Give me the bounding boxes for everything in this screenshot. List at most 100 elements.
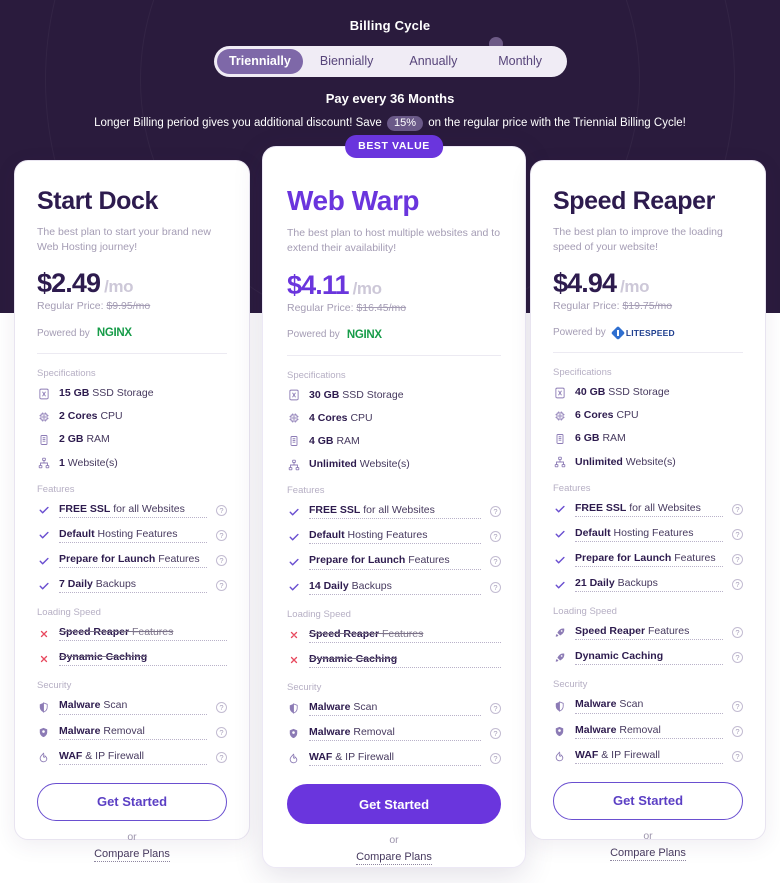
pricing-card-web-warp: BEST VALUE Web Warp The best plan to host … (262, 135, 526, 868)
compare-plans-link[interactable]: Compare Plans (553, 846, 743, 861)
group-label-spec: Specifications (553, 367, 612, 379)
security-row: Malware Scan? (287, 701, 501, 716)
help-icon[interactable]: ? (490, 556, 501, 568)
feature-label-strong: 7 Daily (59, 578, 93, 591)
help-icon[interactable]: ? (732, 652, 743, 664)
security-label[interactable]: Malware Removal (59, 725, 207, 740)
feature-row: Prepare for Launch Features? (553, 552, 743, 568)
security-row: Malware Removal? (37, 725, 227, 740)
feature-row: Default Hosting Features? (37, 528, 227, 543)
security-list: Malware Scan? Malware Removal? WAF & IP Fi… (553, 698, 743, 764)
security-label-rest: Removal (619, 723, 661, 736)
help-icon[interactable]: ? (216, 504, 227, 516)
feature-label[interactable]: FREE SSL for all Websites (59, 503, 207, 518)
billing-cycle-toggle[interactable]: Triennially Biennially Annually Monthly (213, 46, 567, 77)
help-icon[interactable]: ? (732, 750, 743, 762)
shield-half-icon (37, 701, 50, 713)
cpu-icon (287, 412, 300, 424)
feature-label[interactable]: Default Hosting Features (575, 527, 723, 542)
divider (553, 352, 743, 354)
speed-label[interactable]: Dynamic Caching (309, 653, 501, 668)
cycle-option-annually[interactable]: Annually (390, 49, 477, 74)
help-icon[interactable]: ? (732, 503, 743, 515)
cycle-option-biennially[interactable]: Biennially (303, 49, 390, 74)
cycle-option-monthly[interactable]: Monthly (477, 49, 564, 74)
speed-label[interactable]: Speed Reaper Features (59, 626, 227, 642)
feature-label[interactable]: Prepare for Launch Features (575, 552, 723, 568)
compare-plans-link[interactable]: Compare Plans (287, 851, 501, 866)
security-label-strong: Malware (59, 699, 101, 712)
security-label[interactable]: Malware Scan (59, 699, 207, 715)
feature-label[interactable]: 7 Daily Backups (59, 578, 207, 594)
security-label-rest: Removal (103, 724, 145, 737)
help-icon[interactable]: ? (216, 726, 227, 738)
help-icon[interactable]: ? (216, 701, 227, 713)
spec-label-strong: 6 Cores (575, 409, 614, 422)
help-icon[interactable]: ? (216, 751, 227, 763)
help-icon[interactable]: ? (490, 581, 501, 593)
help-icon[interactable]: ? (216, 529, 227, 541)
security-label[interactable]: Malware Scan (309, 701, 481, 716)
speed-list: Speed Reaper Features Dynamic Caching (37, 626, 227, 667)
help-icon[interactable]: ? (732, 700, 743, 712)
shield-check-icon (553, 726, 566, 737)
spec-list: 30 GB SSD Storage 4 Cores CPU 4 GB RAM Unli… (287, 389, 501, 472)
speed-list: Speed Reaper Features Dynamic Caching (287, 628, 501, 668)
feature-label[interactable]: Prepare for Launch Features (309, 554, 481, 570)
security-label[interactable]: WAF & IP Firewall (59, 750, 207, 765)
help-icon[interactable]: ? (732, 725, 743, 737)
security-label[interactable]: Malware Removal (575, 724, 723, 739)
help-icon[interactable]: ? (732, 627, 743, 639)
compare-plans-label: Compare Plans (610, 846, 686, 861)
speed-label[interactable]: Dynamic Caching (59, 651, 227, 667)
feature-label[interactable]: 14 Daily Backups (309, 580, 481, 595)
speed-label[interactable]: Speed Reaper Features (575, 625, 723, 641)
spec-row: 30 GB SSD Storage (287, 389, 501, 402)
help-icon[interactable]: ? (732, 554, 743, 565)
check-icon (553, 503, 566, 515)
help-icon[interactable]: ? (490, 506, 501, 518)
shield-half-icon (287, 703, 300, 714)
plan-price: $4.94 (553, 268, 617, 299)
help-icon[interactable]: ? (732, 528, 743, 540)
feature-label[interactable]: FREE SSL for all Websites (575, 502, 723, 517)
cycle-option-triennially[interactable]: Triennially (216, 49, 304, 74)
check-icon (553, 528, 566, 540)
shield-check-icon (287, 728, 300, 739)
security-label[interactable]: Malware Removal (309, 726, 481, 742)
feature-label[interactable]: 21 Daily Backups (575, 577, 723, 593)
help-icon[interactable]: ? (490, 702, 501, 714)
security-list: Malware Scan? Malware Removal? WAF & IP Fi… (37, 699, 227, 765)
security-row: WAF & IP Firewall? (553, 749, 743, 764)
regular-price: Regular Price: $9.95/mo (37, 300, 227, 312)
speed-label[interactable]: Speed Reaper Features (309, 628, 501, 643)
security-label[interactable]: WAF & IP Firewall (575, 749, 723, 764)
plan-name: Speed Reaper (553, 187, 715, 215)
feature-label[interactable]: Default Hosting Features (309, 529, 481, 545)
sitemap-icon (37, 457, 50, 469)
spec-label: 40 GB SSD Storage (575, 386, 743, 399)
rocket-icon (553, 652, 566, 664)
check-icon (287, 556, 300, 568)
compare-plans-link[interactable]: Compare Plans (37, 847, 227, 862)
get-started-button[interactable]: Get Started (287, 784, 501, 825)
feature-label[interactable]: FREE SSL for all Websites (309, 504, 481, 520)
spec-label-rest: RAM (602, 432, 626, 445)
plan-description: The best plan to start your brand new We… (37, 225, 211, 253)
feature-label[interactable]: Prepare for Launch Features (59, 553, 207, 569)
get-started-button[interactable]: Get Started (37, 782, 227, 821)
feature-label[interactable]: Default Hosting Features (59, 528, 207, 543)
get-started-button[interactable]: Get Started (553, 781, 743, 820)
powered-by-label: Powered by (553, 327, 606, 339)
help-icon[interactable]: ? (490, 728, 501, 740)
feature-label-rest: Backups (95, 578, 137, 591)
help-icon[interactable]: ? (216, 580, 227, 592)
security-label[interactable]: Malware Scan (575, 698, 723, 714)
help-icon[interactable]: ? (732, 579, 743, 591)
security-label[interactable]: WAF & IP Firewall (309, 751, 481, 767)
speed-label[interactable]: Dynamic Caching (575, 650, 723, 666)
help-icon[interactable]: ? (216, 555, 227, 566)
help-icon[interactable]: ? (490, 531, 501, 543)
regular-price-value: $9.95/mo (106, 300, 151, 313)
help-icon[interactable]: ? (490, 753, 501, 765)
